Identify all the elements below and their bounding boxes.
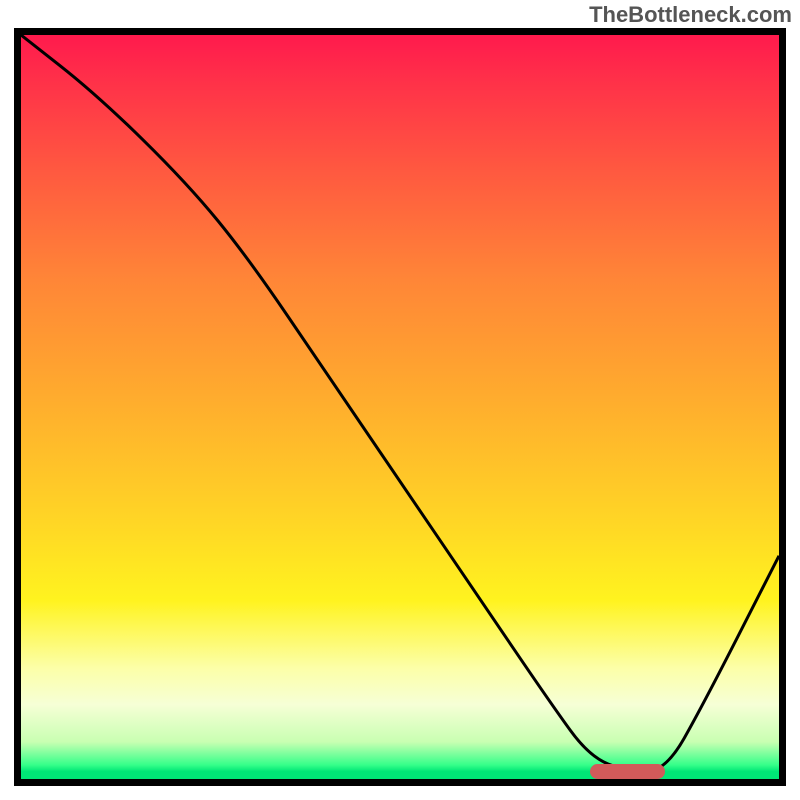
- chart-frame: [14, 28, 786, 786]
- curve-path: [21, 35, 779, 772]
- plot-area: [21, 35, 779, 779]
- chart-container: TheBottleneck.com: [0, 0, 800, 800]
- optimal-range-marker: [590, 764, 666, 779]
- watermark-label: TheBottleneck.com: [589, 2, 792, 28]
- bottleneck-curve: [21, 35, 779, 779]
